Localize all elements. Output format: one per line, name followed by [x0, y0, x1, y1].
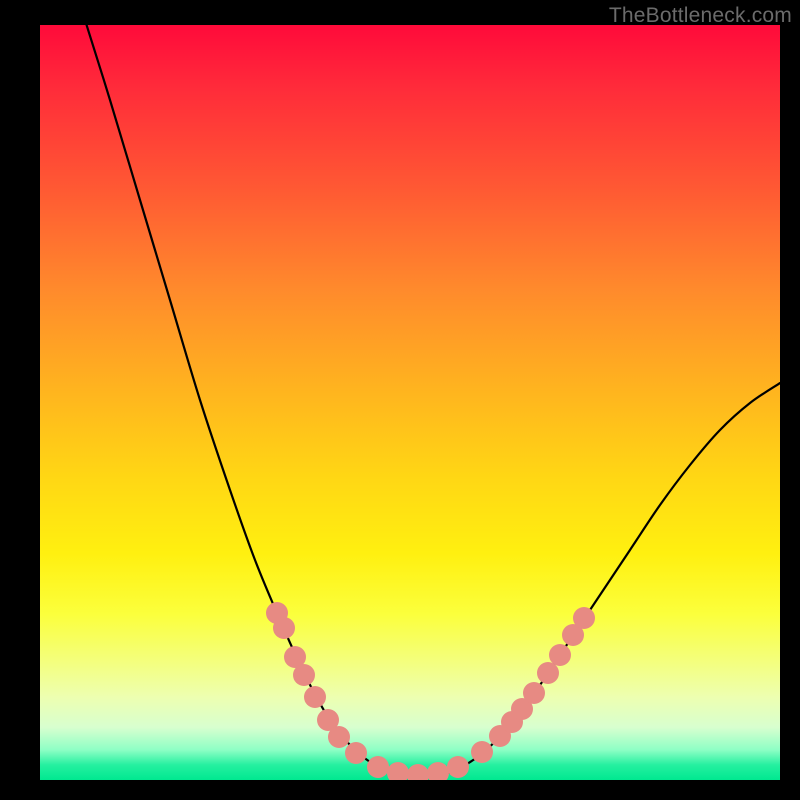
curve-marker: [427, 762, 449, 780]
curve-marker: [328, 726, 350, 748]
plot-area: [40, 25, 780, 780]
curve-marker: [549, 644, 571, 666]
curve-marker: [293, 664, 315, 686]
curve-marker: [273, 617, 295, 639]
curve-marker: [387, 762, 409, 780]
curve-marker: [471, 741, 493, 763]
curve-marker: [523, 682, 545, 704]
chart-svg: [40, 25, 780, 780]
curve-marker: [367, 756, 389, 778]
curve-marker: [573, 607, 595, 629]
curve-marker: [537, 662, 559, 684]
bottleneck-curve: [85, 25, 780, 777]
curve-marker: [345, 742, 367, 764]
curve-marker: [304, 686, 326, 708]
curve-markers: [266, 602, 595, 780]
chart-frame: TheBottleneck.com: [0, 0, 800, 800]
curve-marker: [407, 764, 429, 780]
curve-marker: [447, 756, 469, 778]
